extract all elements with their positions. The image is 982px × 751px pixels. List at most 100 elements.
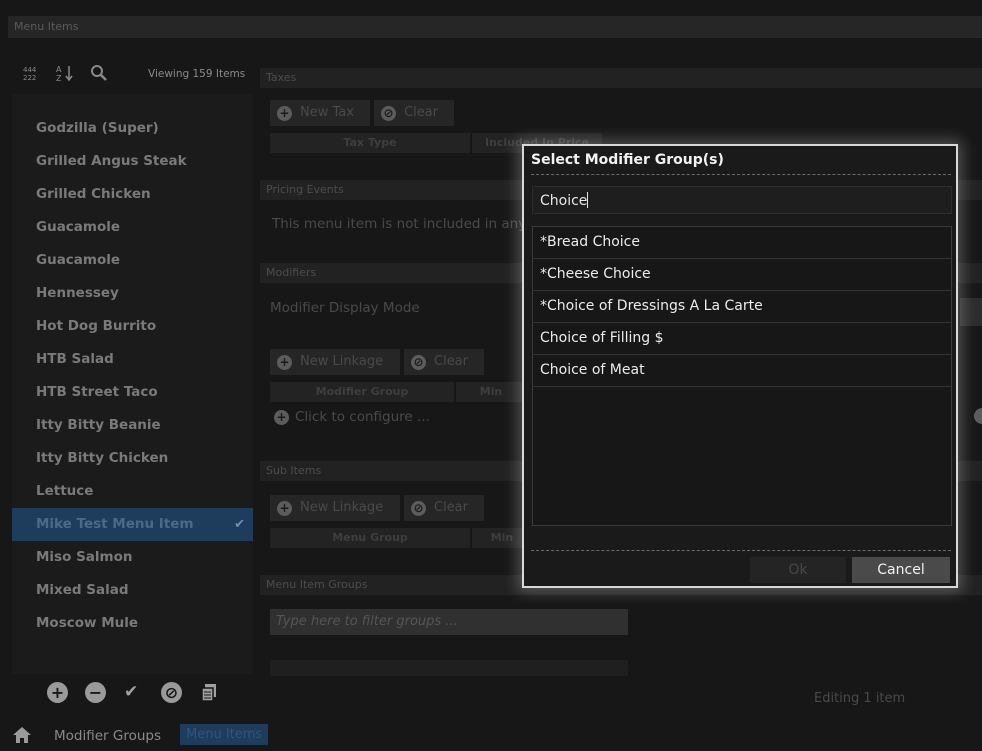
clear-label: Clear bbox=[434, 354, 468, 369]
modifier-search-input[interactable]: Choice bbox=[532, 186, 952, 214]
plus-icon: + bbox=[277, 501, 292, 516]
col-modifier-group: Modifier Group bbox=[270, 382, 454, 402]
dialog-title: Select Modifier Group(s) bbox=[531, 152, 724, 168]
list-item[interactable]: HTB Street Taco bbox=[12, 376, 253, 409]
clear-icon: ⊘ bbox=[411, 355, 426, 370]
checkmark-icon: ✔ bbox=[234, 517, 245, 532]
list-item-label: Grilled Chicken bbox=[36, 186, 151, 202]
clear-icon: ⊘ bbox=[411, 501, 426, 516]
list-item[interactable]: *Cheese Choice bbox=[533, 259, 951, 291]
list-item[interactable]: Grilled Chicken bbox=[12, 178, 253, 211]
list-item[interactable]: Lettuce bbox=[12, 475, 253, 508]
modifiers-new-linkage-button[interactable]: + New Linkage bbox=[270, 349, 400, 375]
configure-label: Click to configure ... bbox=[295, 409, 430, 425]
list-item[interactable]: HTB Salad bbox=[12, 343, 253, 376]
list-item-label: Guacamole bbox=[36, 252, 121, 268]
list-item-label: Guacamole bbox=[36, 219, 121, 235]
list-item[interactable]: Mixed Salad bbox=[12, 574, 253, 607]
list-item-label: Lettuce bbox=[36, 483, 94, 499]
remove-icon[interactable]: − bbox=[85, 682, 106, 703]
group-filter-input[interactable]: Type here to filter groups ... bbox=[270, 609, 628, 635]
menu-item-list[interactable]: Godzilla (Super) Grilled Angus Steak Gri… bbox=[12, 94, 253, 674]
col-menu-group: Menu Group bbox=[270, 528, 470, 548]
nav-modifier-groups[interactable]: Modifier Groups bbox=[54, 728, 161, 744]
list-item[interactable]: Godzilla (Super) bbox=[12, 112, 253, 145]
new-linkage-label: New Linkage bbox=[300, 354, 384, 369]
plus-icon: + bbox=[277, 355, 292, 370]
list-item[interactable]: Hot Dog Burrito bbox=[12, 310, 253, 343]
modifier-display-mode-label: Modifier Display Mode bbox=[270, 300, 420, 316]
configure-link[interactable]: + Click to configure ... bbox=[274, 409, 430, 425]
list-item[interactable]: Itty Bitty Chicken bbox=[12, 442, 253, 475]
list-item-label: Hot Dog Burrito bbox=[36, 318, 157, 334]
list-item[interactable]: *Bread Choice bbox=[533, 227, 951, 259]
groups-table-header bbox=[270, 660, 628, 676]
sub-items-clear-button[interactable]: ⊘ Clear bbox=[404, 495, 484, 521]
list-item[interactable]: Choice of Filling $ bbox=[533, 323, 951, 355]
list-item-label: Itty Bitty Chicken bbox=[36, 450, 169, 466]
divider bbox=[531, 174, 951, 175]
col-tax-type: Tax Type bbox=[270, 133, 470, 153]
search-value: Choice bbox=[540, 193, 588, 209]
plus-icon: + bbox=[274, 410, 289, 425]
window-title: Menu Items bbox=[8, 16, 982, 38]
list-item[interactable]: Grilled Angus Steak bbox=[12, 145, 253, 178]
taxes-clear-button[interactable]: ⊘ Clear bbox=[374, 100, 454, 126]
list-item[interactable]: Itty Bitty Beanie bbox=[12, 409, 253, 442]
list-item-partial bbox=[12, 94, 253, 112]
side-icon[interactable] bbox=[974, 408, 982, 424]
list-item[interactable]: *Choice of Dressings A La Carte bbox=[533, 291, 951, 323]
text-cursor bbox=[587, 192, 589, 208]
new-tax-label: New Tax bbox=[300, 105, 354, 120]
list-item[interactable]: Hennessey bbox=[12, 277, 253, 310]
list-item-label: HTB Salad bbox=[36, 351, 114, 367]
disable-icon[interactable]: ⊘ bbox=[161, 682, 182, 703]
cancel-button[interactable]: Cancel bbox=[852, 557, 950, 583]
list-item[interactable]: Guacamole bbox=[12, 211, 253, 244]
sort-numeric-icon[interactable]: 444 222 bbox=[22, 64, 40, 86]
add-icon[interactable]: + bbox=[47, 682, 68, 703]
viewing-count: Viewing 159 Items bbox=[148, 68, 246, 80]
col-min: Min bbox=[456, 382, 526, 402]
nav-menu-items[interactable]: Menu Items bbox=[180, 724, 269, 745]
list-item-label: Moscow Mule bbox=[36, 615, 139, 631]
list-item-label: Grilled Angus Steak bbox=[36, 153, 187, 169]
clear-label: Clear bbox=[434, 500, 468, 515]
list-item[interactable]: Moscow Mule bbox=[12, 607, 253, 640]
editing-status: Editing 1 item bbox=[814, 691, 906, 706]
taxes-header: Taxes bbox=[260, 68, 982, 88]
list-item-label: Mike Test Menu Item bbox=[36, 516, 194, 532]
copy-icon[interactable] bbox=[200, 682, 220, 707]
list-item-selected[interactable]: Mike Test Menu Item ✔ bbox=[12, 508, 253, 541]
list-item-label: Mixed Salad bbox=[36, 582, 129, 598]
clear-icon: ⊘ bbox=[381, 106, 396, 121]
select-modifier-group-dialog: Select Modifier Group(s) Choice *Bread C… bbox=[522, 144, 958, 588]
svg-text:Z: Z bbox=[56, 74, 62, 82]
svg-text:A: A bbox=[56, 65, 62, 74]
list-item-label: Godzilla (Super) bbox=[36, 120, 159, 136]
divider bbox=[531, 550, 951, 551]
check-icon[interactable]: ✔ bbox=[124, 682, 138, 702]
pricing-events-text: This menu item is not included in any bbox=[272, 216, 527, 232]
home-icon[interactable] bbox=[12, 726, 32, 749]
svg-text:444: 444 bbox=[23, 66, 37, 74]
plus-icon: + bbox=[277, 106, 292, 121]
new-tax-button[interactable]: + New Tax bbox=[270, 100, 370, 126]
list-item-label: HTB Street Taco bbox=[36, 384, 158, 400]
list-item[interactable]: Guacamole bbox=[12, 244, 253, 277]
modifier-results-list[interactable]: *Bread Choice *Cheese Choice *Choice of … bbox=[532, 226, 952, 526]
list-item-partial bbox=[12, 640, 253, 658]
search-icon[interactable] bbox=[90, 64, 108, 86]
list-item-label: Hennessey bbox=[36, 285, 119, 301]
ok-button[interactable]: Ok bbox=[750, 557, 846, 583]
list-item[interactable]: Miso Salmon bbox=[12, 541, 253, 574]
sort-alpha-icon[interactable]: AZ bbox=[56, 64, 76, 86]
list-actions: + − ✔ ⊘ bbox=[44, 682, 234, 706]
sub-items-new-linkage-button[interactable]: + New Linkage bbox=[270, 495, 400, 521]
new-linkage-label: New Linkage bbox=[300, 500, 384, 515]
list-item-label: Miso Salmon bbox=[36, 549, 133, 565]
list-item-label: Itty Bitty Beanie bbox=[36, 417, 161, 433]
list-item[interactable]: Choice of Meat bbox=[533, 355, 951, 387]
modifiers-clear-button[interactable]: ⊘ Clear bbox=[404, 349, 484, 375]
display-mode-select[interactable] bbox=[960, 298, 982, 326]
